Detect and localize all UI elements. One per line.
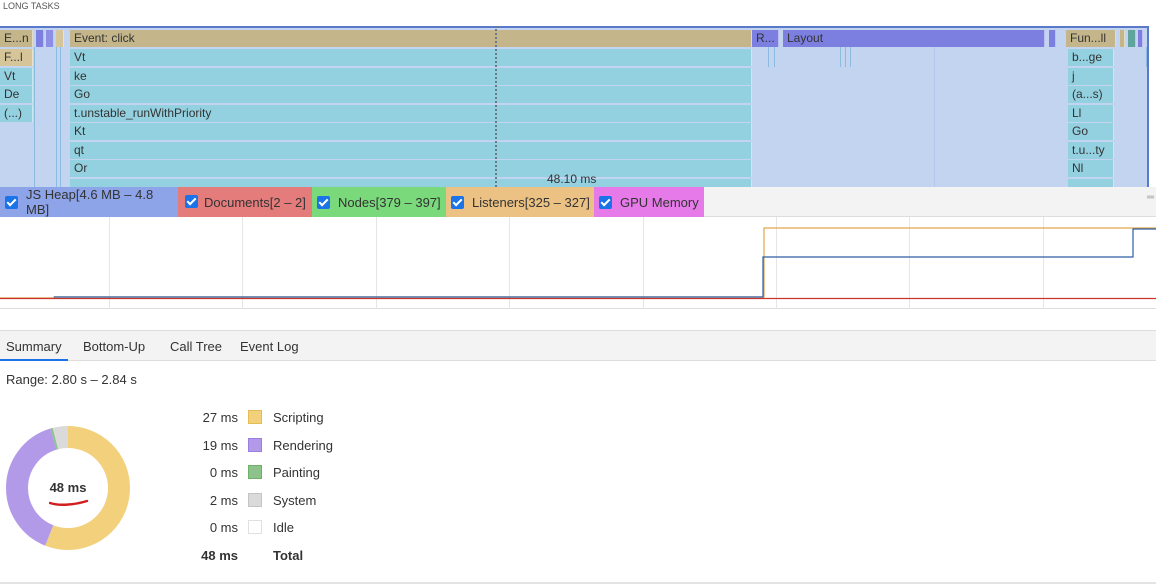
flame-entry[interactable]: (a...s)	[1068, 86, 1114, 103]
legend-row-painting: 0 ms Painting	[180, 463, 380, 483]
legend-name: Rendering	[273, 438, 333, 453]
call-marker	[845, 47, 846, 67]
legend-value: 19 ms	[202, 438, 238, 453]
selection-duration-label: 48.10 ms	[547, 172, 597, 186]
counter-label: Listeners[325 – 327]	[472, 194, 590, 210]
details-tab-bar: Summary Bottom-Up Call Tree Event Log	[0, 330, 1156, 361]
flame-entry[interactable]: t.unstable_runWithPriority	[70, 105, 752, 122]
documents-checkbox[interactable]	[185, 195, 198, 208]
tab-bottom-up[interactable]: Bottom-Up	[77, 331, 151, 361]
counter-label: Documents[2 – 2]	[204, 194, 306, 210]
flame-entry[interactable]: Ll	[1068, 105, 1114, 122]
legend-row-system: 2 ms System	[180, 491, 380, 511]
call-marker	[934, 47, 935, 187]
legend-swatch	[248, 493, 262, 507]
legend-swatch	[248, 465, 262, 479]
flame-entry[interactable]: (...)	[0, 105, 33, 122]
flame-entry[interactable]: Or	[70, 160, 752, 177]
legend-swatch	[248, 520, 262, 534]
legend-row-scripting: 27 ms Scripting	[180, 408, 380, 428]
js-heap-checkbox[interactable]	[5, 195, 18, 209]
flame-entry[interactable]: Vt	[0, 68, 33, 85]
range-text: Range: 2.80 s – 2.84 s	[6, 372, 137, 387]
counter-label: JS Heap[4.6 MB – 4.8 MB]	[26, 187, 154, 217]
counter-listeners[interactable]: Listeners[325 – 327]	[446, 187, 594, 217]
tab-call-tree[interactable]: Call Tree	[164, 331, 228, 361]
legend-row-rendering: 19 ms Rendering	[180, 436, 380, 456]
counter-graph	[0, 217, 1156, 309]
drag-handle-icon[interactable]: ═	[1147, 193, 1154, 203]
flame-entry-recalc[interactable]: R...	[752, 30, 779, 47]
legend-value: 27 ms	[202, 410, 238, 425]
legend-swatch	[248, 410, 262, 424]
flame-entry[interactable]	[1068, 179, 1114, 187]
flame-entry[interactable]: Vt	[70, 49, 752, 66]
flame-entry[interactable]: F...l	[0, 49, 33, 66]
flame-entry[interactable]: Go	[1068, 123, 1114, 140]
memory-counters-bar: JS Heap[4.6 MB – 4.8 MB] Documents[2 – 2…	[0, 187, 1156, 217]
counter-label: GPU Memory	[620, 194, 699, 210]
flame-entry[interactable]	[1120, 30, 1125, 47]
selection-right-edge[interactable]	[1147, 26, 1149, 187]
counter-js-heap[interactable]: JS Heap[4.6 MB – 4.8 MB]	[0, 187, 178, 217]
legend-value: 0 ms	[209, 520, 238, 535]
flame-entry[interactable]	[70, 179, 752, 187]
call-marker	[840, 47, 841, 67]
flame-entry[interactable]: qt	[70, 142, 752, 159]
summary-donut-chart: 48 ms	[5, 425, 131, 551]
flame-entry[interactable]: j	[1068, 68, 1114, 85]
counter-graph-svg	[0, 217, 1156, 309]
legend-name: Scripting	[273, 410, 324, 425]
flame-entry[interactable]	[56, 30, 64, 47]
legend-swatch	[248, 438, 262, 452]
long-tasks-track: LONG TASKS	[0, 0, 1156, 26]
counter-nodes[interactable]: Nodes[379 – 397]	[312, 187, 446, 217]
call-marker	[60, 47, 61, 187]
legend-name: Idle	[273, 520, 294, 535]
counter-label: Nodes[379 – 397]	[338, 194, 441, 210]
gpu-memory-checkbox[interactable]	[599, 195, 612, 209]
flame-entry[interactable]: t.u...ty	[1068, 142, 1114, 159]
legend-total-value: 48 ms	[201, 548, 238, 563]
nodes-checkbox[interactable]	[317, 195, 330, 209]
flame-entry[interactable]: Go	[70, 86, 752, 103]
flame-entry[interactable]	[1049, 30, 1056, 47]
listeners-checkbox[interactable]	[451, 195, 464, 209]
flame-entry[interactable]	[1128, 30, 1136, 47]
flame-entry[interactable]: Kt	[70, 123, 752, 140]
tab-summary[interactable]: Summary	[0, 331, 68, 361]
flame-entry[interactable]: De	[0, 86, 33, 103]
time-cursor-line	[495, 26, 497, 187]
flame-entry[interactable]	[36, 30, 44, 47]
call-marker	[56, 47, 57, 187]
flame-entry[interactable]: Nl	[1068, 160, 1114, 177]
call-marker	[34, 47, 35, 187]
legend-total-name: Total	[273, 548, 304, 563]
call-marker	[768, 47, 769, 67]
flame-entry[interactable]: ke	[70, 68, 752, 85]
flame-entry[interactable]: Fun...ll	[1066, 30, 1116, 47]
legend-name: System	[273, 493, 317, 508]
long-tasks-label: LONG TASKS	[3, 1, 60, 11]
legend-value: 2 ms	[209, 493, 238, 508]
legend-value: 0 ms	[209, 465, 238, 480]
flame-entry[interactable]: E...n	[0, 30, 33, 47]
flame-entry-layout[interactable]: Layout	[783, 30, 1045, 47]
flame-entry-event-click[interactable]: Event: click	[70, 30, 752, 47]
flame-chart[interactable]: E...n Event: click R... Layout Fun...ll …	[0, 26, 1156, 187]
legend-name: Painting	[273, 465, 320, 480]
donut-total-label: 48 ms	[49, 480, 87, 495]
legend-row-idle: 0 ms Idle	[180, 518, 380, 538]
counter-gpu-memory[interactable]: GPU Memory	[594, 187, 704, 217]
tab-event-log[interactable]: Event Log	[234, 331, 305, 361]
red-underline-annotation	[49, 499, 89, 506]
counter-documents[interactable]: Documents[2 – 2]	[178, 187, 312, 217]
flame-entry[interactable]	[1138, 30, 1143, 47]
legend-row-total: 48 ms Total	[180, 546, 380, 566]
flame-entry[interactable]: b...ge	[1068, 49, 1114, 66]
flame-entry[interactable]	[46, 30, 54, 47]
call-marker	[774, 47, 775, 67]
call-marker	[850, 47, 851, 67]
